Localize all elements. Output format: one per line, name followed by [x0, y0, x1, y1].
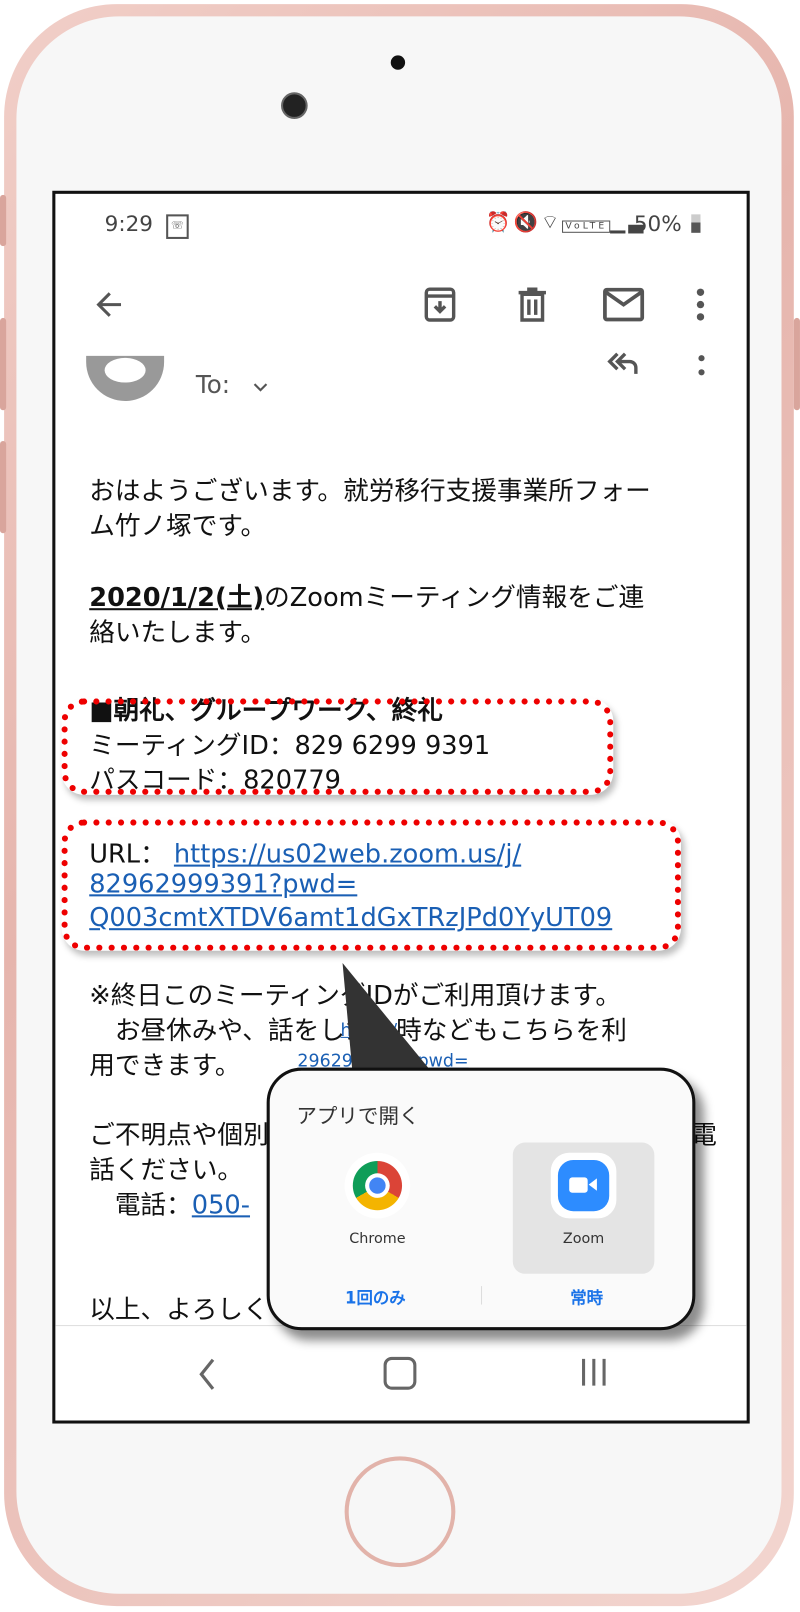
body-line: 以上、よろしく: [89, 1294, 269, 1325]
alarm-icon: ⏰: [486, 211, 514, 234]
chrome-icon: [344, 1152, 411, 1219]
front-camera: [281, 92, 308, 119]
volte-icon: VoLTE: [562, 220, 611, 233]
mail-icon[interactable]: [601, 284, 646, 325]
avatar[interactable]: [86, 355, 165, 402]
more-vert-icon[interactable]: [696, 352, 706, 383]
archive-icon[interactable]: [419, 284, 460, 325]
body-line: 話ください。: [89, 1154, 244, 1185]
power-button: [793, 317, 800, 411]
phone-link[interactable]: 050-: [192, 1190, 250, 1220]
to-label: To:: [195, 370, 231, 399]
app-label: Chrome: [349, 1230, 406, 1248]
volume-down-button: [0, 441, 7, 534]
mute-icon: 🔇: [513, 211, 541, 234]
side-button: [0, 194, 7, 247]
body-line: 電話：050-: [89, 1189, 251, 1220]
body-line: 絡いたします。: [89, 617, 267, 648]
chevron-down-icon[interactable]: [250, 376, 271, 397]
screen: 9:29 ☏ ⏰🔇⌔ VoLTE ▁▃ 50% To: おはようございます。就労移行…: [52, 190, 750, 1424]
just-once-button[interactable]: 1回のみ: [270, 1284, 481, 1309]
status-time: 9:29: [104, 211, 153, 236]
open-with-dialog: アプリで開く Chrome Zoom 1回のみ 常時: [266, 1067, 696, 1331]
status-icons: ⏰🔇⌔ VoLTE ▁▃: [486, 210, 646, 235]
wifi-icon: ⌔: [540, 211, 563, 234]
app-label: Zoom: [562, 1230, 605, 1248]
back-arrow-icon[interactable]: [90, 286, 127, 323]
meeting-date: 2020/1/2(土): [89, 582, 265, 613]
reply-all-icon[interactable]: [605, 348, 642, 379]
trash-icon[interactable]: [512, 284, 553, 325]
body-line: 2020/1/2(土)のZoomミーティング情報をご連: [89, 582, 645, 613]
body-line: おはようございます。就労移行支援事業所フォー: [89, 475, 651, 506]
nav-home-icon[interactable]: [383, 1356, 417, 1390]
navigation-bar: [55, 1325, 747, 1421]
battery-icon: [691, 214, 701, 233]
home-button[interactable]: [344, 1456, 456, 1568]
body-line: ム竹ノ塚です。: [89, 510, 267, 541]
callout-tail: [342, 963, 435, 1076]
volume-up-button: [0, 317, 7, 411]
sensor-dot: [390, 55, 406, 70]
more-vert-icon[interactable]: [693, 286, 707, 323]
annotation-box-meeting-info: [61, 698, 614, 795]
app-option-chrome[interactable]: Chrome: [331, 1152, 423, 1248]
app-option-zoom[interactable]: Zoom: [512, 1142, 655, 1274]
nav-back-icon[interactable]: [195, 1357, 220, 1392]
dialog-title: アプリで開く: [296, 1103, 420, 1129]
body-line: 用できます。: [89, 1050, 241, 1080]
zoom-icon: [550, 1152, 617, 1219]
battery-level: 50%: [633, 211, 682, 236]
wifi-call-icon: ☏: [166, 214, 189, 239]
body-line: ご不明点や個別: [89, 1119, 269, 1150]
always-button[interactable]: 常時: [481, 1284, 692, 1309]
nav-recents-icon[interactable]: [578, 1357, 609, 1388]
annotation-box-url: [61, 819, 681, 951]
